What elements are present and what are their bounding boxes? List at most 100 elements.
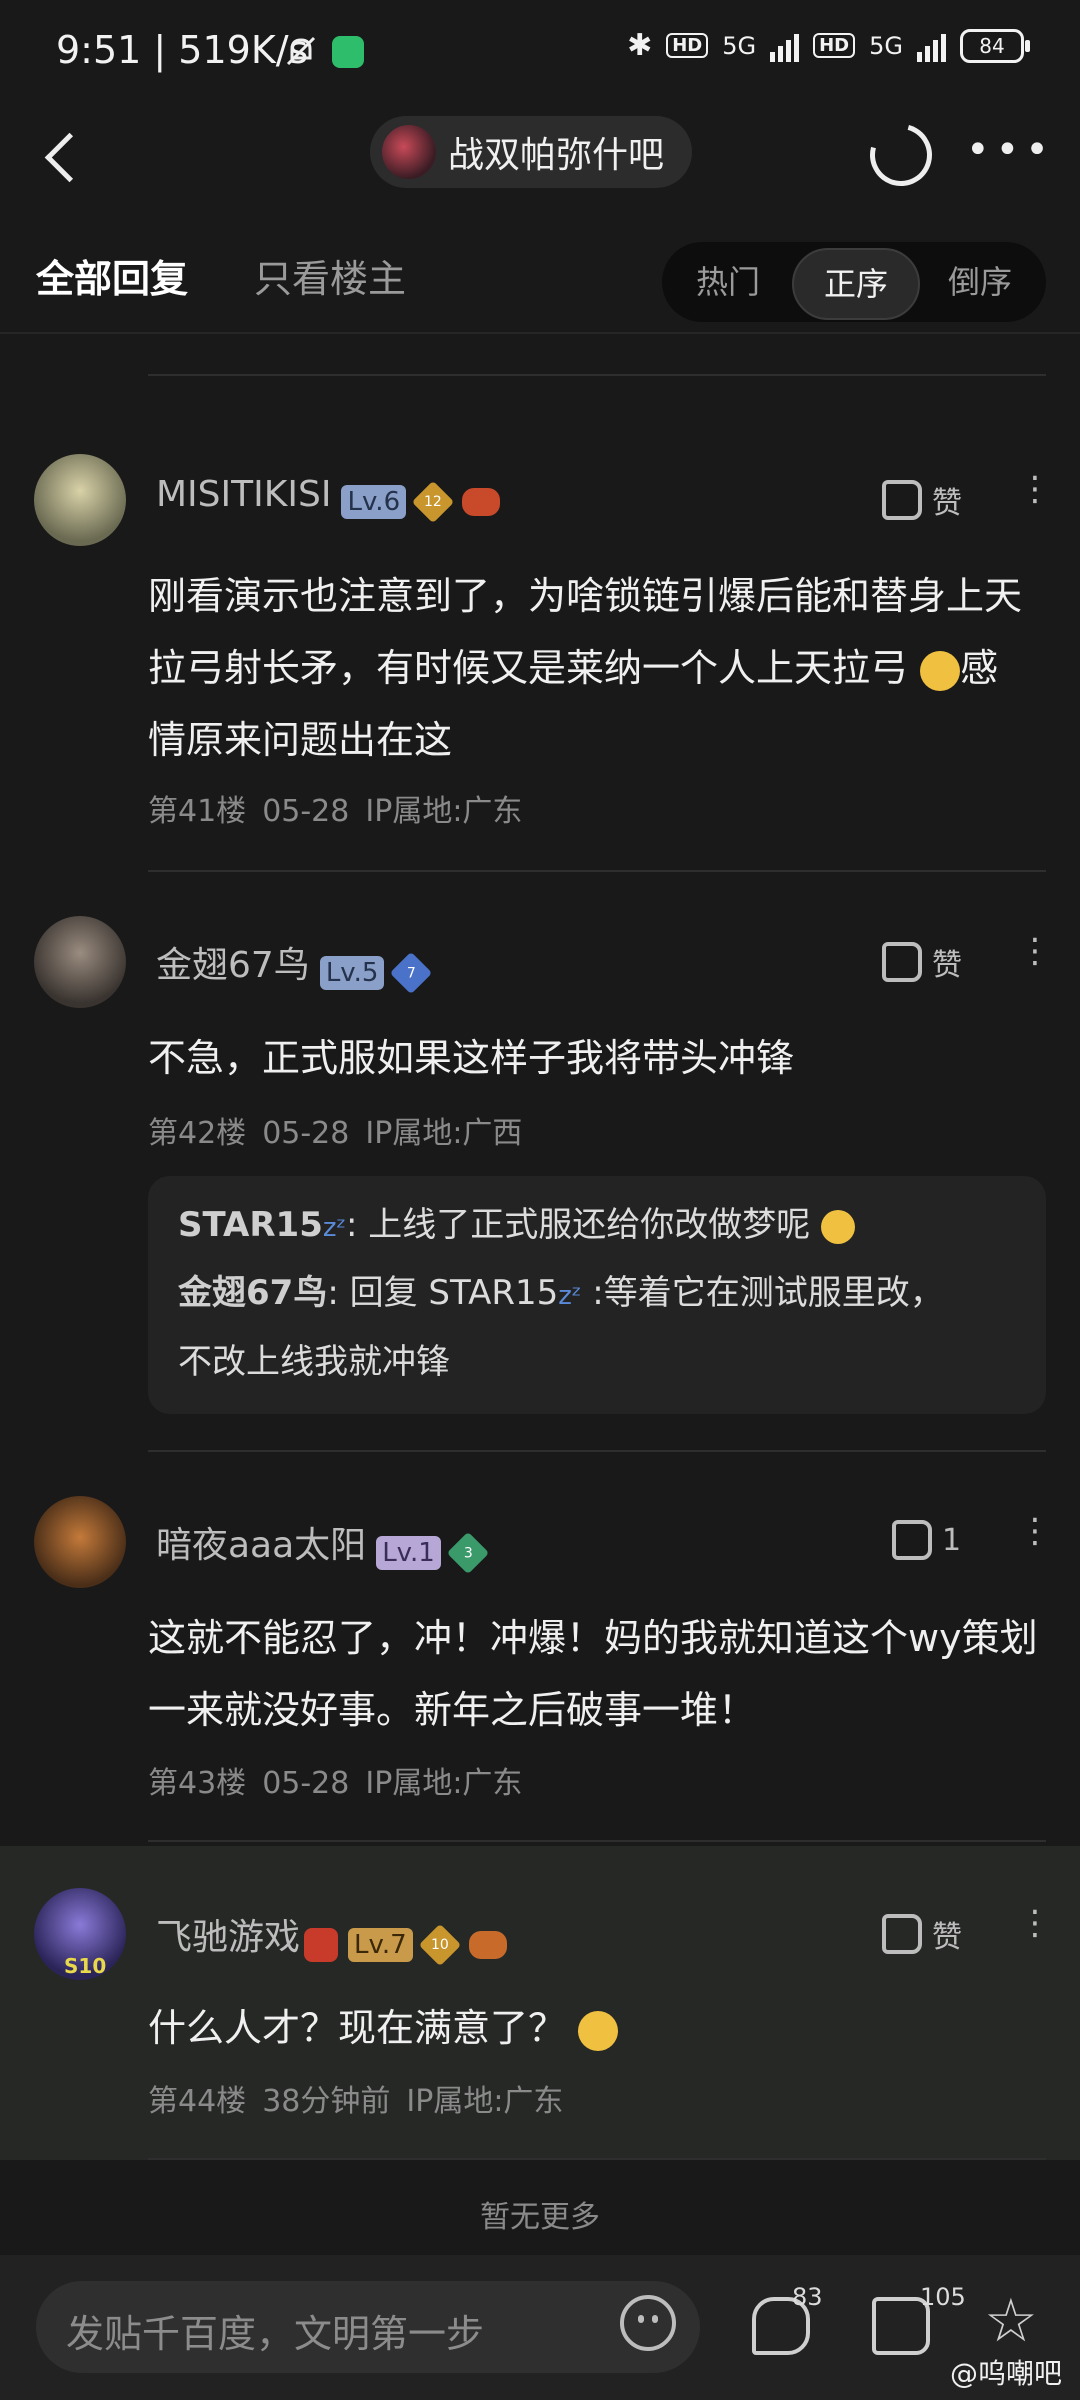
- post-43: [34, 1496, 126, 1588]
- signal-icon: [770, 30, 800, 62]
- username[interactable]: 暗夜aaa太阳: [156, 1525, 366, 1566]
- sort-hot[interactable]: 热门: [666, 242, 790, 322]
- username[interactable]: 飞驰游戏: [156, 1917, 300, 1958]
- level-badge: Lv.1: [376, 1535, 441, 1570]
- sort-asc[interactable]: 正序: [792, 248, 920, 320]
- post-content: 不急，正式服如果这样子我将带头冲锋: [148, 1022, 1048, 1094]
- like-label: 赞: [932, 1920, 962, 1955]
- share-icon[interactable]: [858, 112, 944, 198]
- post-content: 刚看演示也注意到了，为啥锁链引爆后能和替身上天 拉弓射长矛，有时候又是莱纳一个人…: [148, 560, 1048, 776]
- avatar[interactable]: [34, 916, 126, 1008]
- like-button[interactable]: 赞: [882, 1912, 962, 1956]
- ip-location: IP属地:广东: [406, 2084, 564, 2119]
- top-nav: 战双帕弥什吧 •••: [0, 110, 1080, 240]
- content-line: 什么人才？现在满意了？: [148, 1992, 1048, 2064]
- status-bar: 9:51 | 519K/s ✱ HD 5G HD 5G 84: [0, 0, 1080, 110]
- post-43-header: 暗夜aaa太阳 Lv.1 3: [156, 1516, 490, 1574]
- thinking-emoji-icon: [578, 2010, 619, 2051]
- tab-op-only[interactable]: 只看楼主: [254, 248, 406, 303]
- gem-badge: 3: [446, 1531, 490, 1574]
- thumb-up-icon: [882, 480, 922, 520]
- post-content: 什么人才？现在满意了？: [148, 1992, 1048, 2064]
- like-label: 赞: [932, 948, 962, 983]
- tab-all-replies[interactable]: 全部回复: [36, 248, 188, 303]
- reply-input[interactable]: 发贴千百度，文明第一步: [36, 2281, 700, 2373]
- post-meta: 第43楼 05-28 IP属地:广东: [148, 1758, 538, 1802]
- post-42: [34, 916, 126, 1008]
- bottom-bar: 发贴千百度，文明第一步 83 105 ☆ @呜嘲吧: [0, 2255, 1080, 2400]
- floor-number: 第42楼: [148, 1116, 247, 1151]
- content-line: 不急，正式服如果这样子我将带头冲锋: [148, 1036, 795, 1080]
- post-date: 05-28: [262, 1766, 350, 1801]
- content-line: 这就不能忍了，冲！冲爆！妈的我就知道这个wy策划: [148, 1616, 1038, 1660]
- like-button[interactable]: 1: [892, 1520, 961, 1560]
- post-divider: [148, 1840, 1046, 1842]
- network-label-2: 5G: [869, 31, 903, 60]
- reply-input-placeholder: 发贴千百度，文明第一步: [66, 2312, 485, 2356]
- username[interactable]: MISITIKISI: [156, 474, 331, 515]
- post-menu-icon[interactable]: ⋮: [1018, 1906, 1052, 1940]
- post-date: 05-28: [262, 1116, 350, 1151]
- bluetooth-icon: ✱: [627, 28, 653, 63]
- thumb-up-icon: [882, 1914, 922, 1954]
- post-divider: [148, 2158, 1046, 2160]
- emoji-icon[interactable]: [620, 2295, 676, 2351]
- sort-toggle: 热门 正序 倒序: [662, 242, 1046, 322]
- favorite-star-icon[interactable]: ☆: [984, 2291, 1038, 2351]
- tabs-divider: [0, 332, 1080, 334]
- post-menu-icon[interactable]: ⋮: [1018, 472, 1052, 506]
- sub-replies-box[interactable]: STAR15zᶻ: 上线了正式服还给你改做梦呢 金翅67鸟: 回复 STAR15…: [148, 1176, 1046, 1414]
- like-button[interactable]: 赞: [882, 940, 962, 984]
- ip-location: IP属地:广西: [365, 1116, 523, 1151]
- gem-badge: 12: [411, 480, 455, 523]
- floor-number: 第44楼: [148, 2084, 247, 2119]
- status-time: 9:51 | 519K/s: [56, 28, 309, 72]
- content-line: 一来就没好事。新年之后破事一堆！: [148, 1688, 757, 1732]
- ip-location: IP属地:广东: [365, 1766, 523, 1801]
- post-menu-icon[interactable]: ⋮: [1018, 1514, 1052, 1548]
- zzz-icon: zᶻ: [322, 1213, 347, 1243]
- game-badge: [462, 487, 501, 516]
- content-line: 拉弓射长矛，有时候又是莱纳一个人上天拉弓 感: [148, 646, 999, 691]
- avatar[interactable]: [34, 454, 126, 546]
- avatar[interactable]: S10: [34, 1888, 126, 1980]
- post-41-header: MISITIKISI Lv.6 12: [156, 474, 501, 523]
- like-label: 赞: [932, 486, 962, 521]
- post-divider: [148, 1450, 1046, 1452]
- forum-pill[interactable]: 战双帕弥什吧: [370, 116, 693, 188]
- sub-reply-text: 不改上线我就冲锋: [178, 1342, 450, 1382]
- avatar-label: S10: [64, 1954, 107, 1978]
- post-menu-icon[interactable]: ⋮: [1018, 934, 1052, 968]
- sub-reply-author[interactable]: STAR15: [178, 1205, 323, 1245]
- sub-reply-author[interactable]: 金翅67鸟: [178, 1273, 327, 1313]
- avatar[interactable]: [34, 1496, 126, 1588]
- floor-number: 第43楼: [148, 1766, 247, 1801]
- watermark: @呜嘲吧: [949, 2357, 1062, 2390]
- sort-desc[interactable]: 倒序: [918, 242, 1042, 322]
- post-date: 38分钟前: [262, 2084, 391, 2119]
- sub-reply: 金翅67鸟: 回复 STAR15zᶻ :等着它在测试服里改， 不改上线我就冲锋: [178, 1260, 1018, 1395]
- reply-tabs: 全部回复 只看楼主 热门 正序 倒序: [0, 232, 1080, 332]
- sweat-emoji-icon: [920, 650, 961, 691]
- level-badge: Lv.6: [341, 484, 407, 519]
- forum-avatar: [382, 125, 436, 179]
- like-count: 1: [942, 1522, 962, 1558]
- ip-location: IP属地:广东: [365, 794, 523, 829]
- back-icon[interactable]: [44, 132, 95, 183]
- post-divider: [148, 870, 1046, 872]
- sub-reply-text: : 回复 STAR15: [327, 1273, 559, 1313]
- sub-reply: STAR15zᶻ: 上线了正式服还给你改做梦呢: [178, 1192, 1018, 1261]
- network-label: 5G: [722, 31, 757, 60]
- username[interactable]: 金翅67鸟: [156, 945, 310, 986]
- like-count: 105: [920, 2283, 966, 2311]
- post-date: 05-28: [262, 794, 350, 829]
- post-content: 这就不能忍了，冲！冲爆！妈的我就知道这个wy策划 一来就没好事。新年之后破事一堆…: [148, 1602, 1048, 1746]
- no-more-label: 暂无更多: [480, 2200, 600, 2235]
- content-line: 刚看演示也注意到了，为啥锁链引爆后能和替身上天: [148, 574, 1023, 618]
- demon-emoji-icon: [304, 1927, 339, 1962]
- like-button[interactable]: 赞: [882, 478, 962, 522]
- post-44: S10: [34, 1888, 126, 1980]
- post-meta: 第41楼 05-28 IP属地:广东: [148, 786, 538, 830]
- status-indicators: ✱ HD 5G HD 5G 84: [627, 28, 1030, 63]
- zzz-icon: zᶻ: [558, 1281, 582, 1311]
